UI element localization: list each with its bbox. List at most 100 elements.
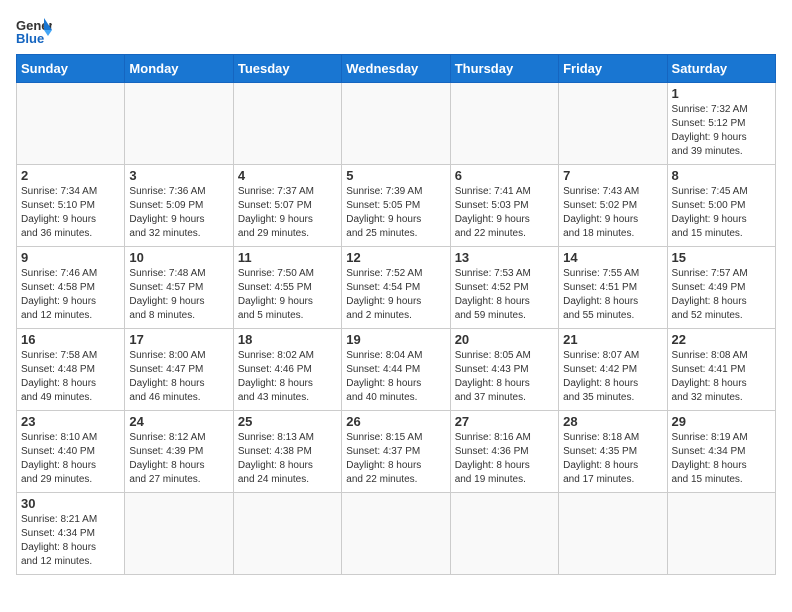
day-info: Sunrise: 8:13 AM Sunset: 4:38 PM Dayligh… (238, 431, 337, 487)
calendar-cell (450, 83, 558, 165)
day-number: 1 (672, 86, 771, 101)
day-number: 10 (129, 250, 228, 265)
calendar-cell (125, 83, 233, 165)
day-info: Sunrise: 7:52 AM Sunset: 4:54 PM Dayligh… (346, 267, 445, 323)
day-number: 5 (346, 168, 445, 183)
day-number: 18 (238, 332, 337, 347)
day-of-week-wednesday: Wednesday (342, 55, 450, 83)
calendar-cell (125, 493, 233, 575)
calendar-cell (667, 493, 775, 575)
day-info: Sunrise: 8:04 AM Sunset: 4:44 PM Dayligh… (346, 349, 445, 405)
logo-icon: General Blue (16, 16, 52, 46)
day-info: Sunrise: 8:00 AM Sunset: 4:47 PM Dayligh… (129, 349, 228, 405)
calendar-cell (342, 83, 450, 165)
day-info: Sunrise: 7:45 AM Sunset: 5:00 PM Dayligh… (672, 185, 771, 241)
day-number: 29 (672, 414, 771, 429)
day-number: 12 (346, 250, 445, 265)
calendar-cell (17, 83, 125, 165)
logo: General Blue (16, 16, 52, 46)
day-info: Sunrise: 8:08 AM Sunset: 4:41 PM Dayligh… (672, 349, 771, 405)
calendar-cell: 17 Sunrise: 8:00 AM Sunset: 4:47 PM Dayli… (125, 329, 233, 411)
day-number: 13 (455, 250, 554, 265)
calendar-cell (450, 493, 558, 575)
calendar-cell (233, 493, 341, 575)
calendar-cell: 30Sunrise: 8:21 AM Sunset: 4:34 PM Dayli… (17, 493, 125, 575)
day-number: 3 (129, 168, 228, 183)
day-info: Sunrise: 7:32 AM Sunset: 5:12 PM Dayligh… (672, 103, 771, 159)
day-info: Sunrise: 8:16 AM Sunset: 4:36 PM Dayligh… (455, 431, 554, 487)
calendar-cell: 22 Sunrise: 8:08 AM Sunset: 4:41 PM Dayli… (667, 329, 775, 411)
day-info: Sunrise: 7:37 AM Sunset: 5:07 PM Dayligh… (238, 185, 337, 241)
day-number: 9 (21, 250, 120, 265)
day-of-week-thursday: Thursday (450, 55, 558, 83)
page-header: General Blue (16, 16, 776, 46)
day-number: 14 (563, 250, 662, 265)
day-of-week-tuesday: Tuesday (233, 55, 341, 83)
day-info: Sunrise: 7:39 AM Sunset: 5:05 PM Dayligh… (346, 185, 445, 241)
day-number: 17 (129, 332, 228, 347)
day-info: Sunrise: 7:57 AM Sunset: 4:49 PM Dayligh… (672, 267, 771, 323)
week-row-3: 9Sunrise: 7:46 AM Sunset: 4:58 PM Daylig… (17, 247, 776, 329)
calendar-cell: 27 Sunrise: 8:16 AM Sunset: 4:36 PM Dayli… (450, 411, 558, 493)
calendar-cell: 15 Sunrise: 7:57 AM Sunset: 4:49 PM Dayli… (667, 247, 775, 329)
day-number: 22 (672, 332, 771, 347)
week-row-5: 23Sunrise: 8:10 AM Sunset: 4:40 PM Dayli… (17, 411, 776, 493)
calendar-cell (233, 83, 341, 165)
day-info: Sunrise: 8:15 AM Sunset: 4:37 PM Dayligh… (346, 431, 445, 487)
day-number: 19 (346, 332, 445, 347)
day-info: Sunrise: 8:19 AM Sunset: 4:34 PM Dayligh… (672, 431, 771, 487)
calendar-cell: 13 Sunrise: 7:53 AM Sunset: 4:52 PM Dayli… (450, 247, 558, 329)
day-info: Sunrise: 8:10 AM Sunset: 4:40 PM Dayligh… (21, 431, 120, 487)
day-number: 27 (455, 414, 554, 429)
day-number: 24 (129, 414, 228, 429)
calendar-cell: 16Sunrise: 7:58 AM Sunset: 4:48 PM Dayli… (17, 329, 125, 411)
day-info: Sunrise: 7:55 AM Sunset: 4:51 PM Dayligh… (563, 267, 662, 323)
day-info: Sunrise: 8:02 AM Sunset: 4:46 PM Dayligh… (238, 349, 337, 405)
calendar-cell: 4 Sunrise: 7:37 AM Sunset: 5:07 PM Daylig… (233, 165, 341, 247)
week-row-6: 30Sunrise: 8:21 AM Sunset: 4:34 PM Dayli… (17, 493, 776, 575)
calendar-cell (559, 83, 667, 165)
day-info: Sunrise: 7:53 AM Sunset: 4:52 PM Dayligh… (455, 267, 554, 323)
calendar-cell: 20Sunrise: 8:05 AM Sunset: 4:43 PM Dayli… (450, 329, 558, 411)
day-info: Sunrise: 8:18 AM Sunset: 4:35 PM Dayligh… (563, 431, 662, 487)
calendar-cell: 18 Sunrise: 8:02 AM Sunset: 4:46 PM Dayli… (233, 329, 341, 411)
day-number: 25 (238, 414, 337, 429)
day-number: 21 (563, 332, 662, 347)
day-info: Sunrise: 8:07 AM Sunset: 4:42 PM Dayligh… (563, 349, 662, 405)
calendar-cell: 3Sunrise: 7:36 AM Sunset: 5:09 PM Daylig… (125, 165, 233, 247)
calendar-cell: 14 Sunrise: 7:55 AM Sunset: 4:51 PM Dayli… (559, 247, 667, 329)
calendar-cell (342, 493, 450, 575)
day-info: Sunrise: 8:12 AM Sunset: 4:39 PM Dayligh… (129, 431, 228, 487)
calendar-cell: 8Sunrise: 7:45 AM Sunset: 5:00 PM Daylig… (667, 165, 775, 247)
calendar-cell: 19 Sunrise: 8:04 AM Sunset: 4:44 PM Dayli… (342, 329, 450, 411)
day-info: Sunrise: 7:43 AM Sunset: 5:02 PM Dayligh… (563, 185, 662, 241)
calendar-cell: 24 Sunrise: 8:12 AM Sunset: 4:39 PM Dayli… (125, 411, 233, 493)
day-info: Sunrise: 7:50 AM Sunset: 4:55 PM Dayligh… (238, 267, 337, 323)
day-info: Sunrise: 7:58 AM Sunset: 4:48 PM Dayligh… (21, 349, 120, 405)
calendar-cell: 6 Sunrise: 7:41 AM Sunset: 5:03 PM Daylig… (450, 165, 558, 247)
calendar-cell: 28Sunrise: 8:18 AM Sunset: 4:35 PM Dayli… (559, 411, 667, 493)
day-number: 6 (455, 168, 554, 183)
week-row-2: 2 Sunrise: 7:34 AM Sunset: 5:10 PM Daylig… (17, 165, 776, 247)
day-of-week-monday: Monday (125, 55, 233, 83)
day-number: 7 (563, 168, 662, 183)
calendar-cell: 23Sunrise: 8:10 AM Sunset: 4:40 PM Dayli… (17, 411, 125, 493)
day-of-week-sunday: Sunday (17, 55, 125, 83)
week-row-1: 1 Sunrise: 7:32 AM Sunset: 5:12 PM Daylig… (17, 83, 776, 165)
day-of-week-friday: Friday (559, 55, 667, 83)
day-info: Sunrise: 7:34 AM Sunset: 5:10 PM Dayligh… (21, 185, 120, 241)
day-number: 4 (238, 168, 337, 183)
calendar-header-row: SundayMondayTuesdayWednesdayThursdayFrid… (17, 55, 776, 83)
day-number: 2 (21, 168, 120, 183)
calendar-cell: 29 Sunrise: 8:19 AM Sunset: 4:34 PM Dayli… (667, 411, 775, 493)
calendar-cell (559, 493, 667, 575)
svg-text:Blue: Blue (16, 31, 44, 46)
calendar-cell: 21 Sunrise: 8:07 AM Sunset: 4:42 PM Dayli… (559, 329, 667, 411)
day-number: 26 (346, 414, 445, 429)
calendar-cell: 25 Sunrise: 8:13 AM Sunset: 4:38 PM Dayli… (233, 411, 341, 493)
calendar-table: SundayMondayTuesdayWednesdayThursdayFrid… (16, 54, 776, 575)
day-number: 15 (672, 250, 771, 265)
week-row-4: 16Sunrise: 7:58 AM Sunset: 4:48 PM Dayli… (17, 329, 776, 411)
day-info: Sunrise: 7:41 AM Sunset: 5:03 PM Dayligh… (455, 185, 554, 241)
day-number: 30 (21, 496, 120, 511)
